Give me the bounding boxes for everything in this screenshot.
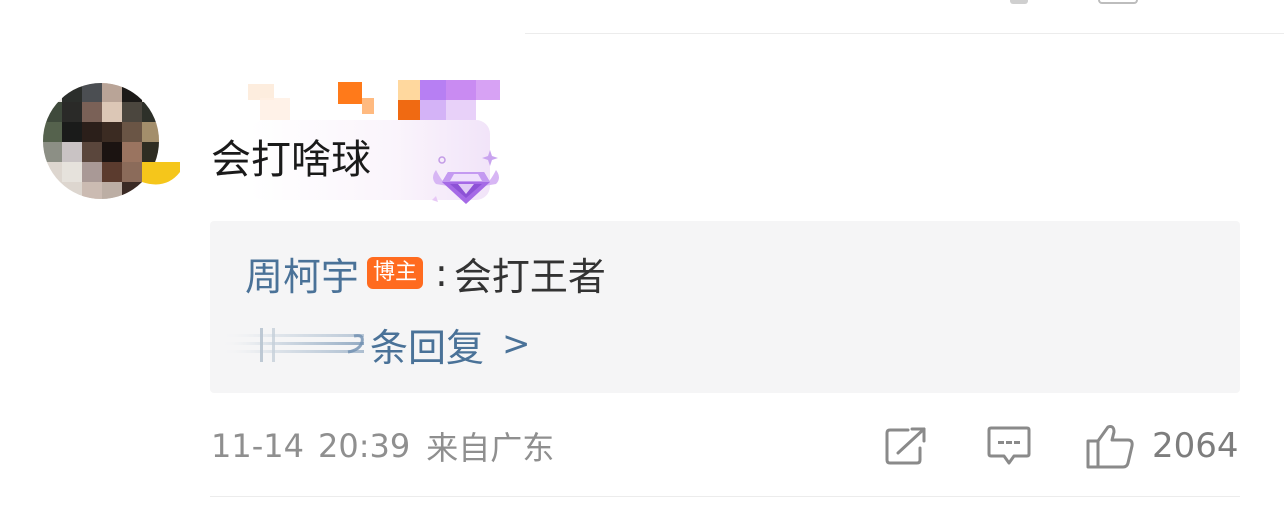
- comment-meta: 11-14 20:39 来自广东: [211, 424, 554, 468]
- like-button[interactable]: 2064: [1084, 424, 1239, 469]
- avatar[interactable]: [42, 82, 180, 200]
- previous-item-icon-fragment: [1010, 0, 1028, 4]
- gem-badge-icon[interactable]: [426, 148, 506, 210]
- comment-card: 会打啥球 周柯宇 博主 : 会打王者 条回复 > 11-14 20:39 来自广…: [0, 0, 1284, 510]
- like-count: 2064: [1152, 426, 1239, 466]
- reply-count-redacted: [220, 316, 364, 372]
- username-redacted[interactable]: [238, 78, 500, 124]
- divider: [210, 496, 1240, 497]
- view-more-replies-link[interactable]: 条回复 >: [220, 316, 531, 372]
- share-icon: [885, 427, 926, 465]
- comment-button[interactable]: [986, 424, 1032, 468]
- share-button[interactable]: [884, 424, 928, 468]
- comment-location: 来自广东: [426, 429, 555, 467]
- divider: [525, 33, 1284, 34]
- more-replies-label: 条回复: [370, 325, 485, 370]
- comment-text: 会打啥球: [211, 137, 371, 183]
- reply-separator: :: [435, 251, 448, 295]
- owner-badge: 博主: [367, 257, 424, 289]
- reply-preview-item[interactable]: 周柯宇 博主 : 会打王者: [245, 246, 606, 300]
- previous-item-icon-fragment: [1098, 0, 1138, 4]
- comment-date: 11-14: [211, 427, 304, 465]
- comment-time: 20:39: [317, 427, 411, 465]
- reply-author[interactable]: 周柯宇: [245, 246, 359, 301]
- chevron-right-icon: >: [502, 324, 531, 364]
- comment-icon: [987, 426, 1031, 465]
- thumbs-up-icon: [1086, 425, 1134, 469]
- reply-content: 会打王者: [453, 254, 606, 299]
